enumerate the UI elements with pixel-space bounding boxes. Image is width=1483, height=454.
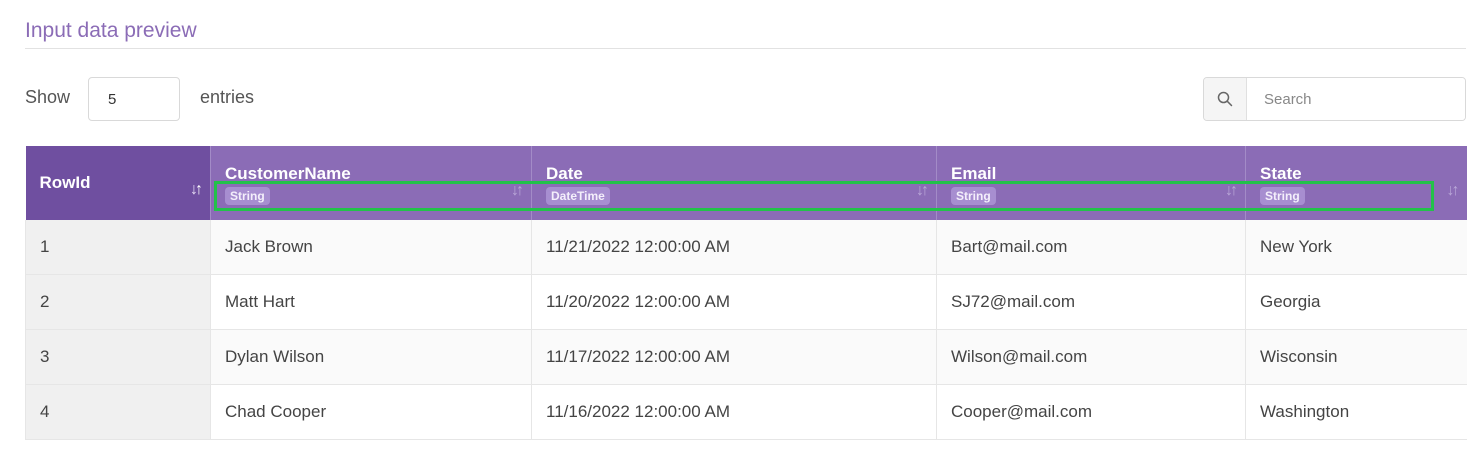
cell-email: SJ72@mail.com	[936, 274, 1246, 330]
column-type-badge: String	[225, 187, 270, 205]
cell-email: Cooper@mail.com	[936, 384, 1246, 440]
cell-state: Washington	[1245, 384, 1467, 440]
cell-customername: Dylan Wilson	[210, 329, 532, 385]
data-preview-table: RowId ↓↑ CustomerName String ↓↑ Date Dat…	[25, 146, 1467, 440]
sort-icon[interactable]: ↓↑	[1447, 182, 1460, 200]
sort-icon[interactable]: ↓↑	[1225, 182, 1238, 200]
column-header-email[interactable]: Email String ↓↑	[936, 146, 1246, 220]
column-header-state[interactable]: State String ↓↑	[1245, 146, 1467, 220]
section-title: Input data preview	[25, 19, 197, 42]
column-name: State	[1260, 164, 1302, 183]
cell-state: Wisconsin	[1245, 329, 1467, 385]
table-row: 3 Dylan Wilson 11/17/2022 12:00:00 AM Wi…	[25, 329, 1467, 385]
entries-label: entries	[200, 87, 255, 107]
column-header-customername[interactable]: CustomerName String ↓↑	[210, 146, 532, 220]
cell-customername: Jack Brown	[210, 220, 532, 275]
cell-email: Wilson@mail.com	[936, 329, 1246, 385]
table-row: 1 Jack Brown 11/21/2022 12:00:00 AM Bart…	[25, 220, 1467, 275]
search-icon	[1217, 91, 1233, 107]
sort-icon[interactable]: ↓↑	[916, 182, 929, 200]
column-type-badge: DateTime	[546, 187, 610, 205]
search-input[interactable]	[1247, 78, 1465, 120]
entries-count-input[interactable]	[88, 77, 180, 121]
cell-rowid: 4	[25, 384, 211, 440]
sort-icon[interactable]: ↓↑	[511, 182, 524, 200]
show-label: Show	[25, 87, 71, 107]
column-name: Email	[951, 164, 997, 183]
cell-customername: Matt Hart	[210, 274, 532, 330]
table-row: 2 Matt Hart 11/20/2022 12:00:00 AM SJ72@…	[25, 274, 1467, 330]
column-header-date[interactable]: Date DateTime ↓↑	[531, 146, 937, 220]
cell-email: Bart@mail.com	[936, 220, 1246, 275]
column-name: RowId	[39, 173, 91, 192]
column-name: CustomerName	[225, 164, 351, 183]
table-row: 4 Chad Cooper 11/16/2022 12:00:00 AM Coo…	[25, 384, 1467, 440]
cell-customername: Chad Cooper	[210, 384, 532, 440]
sort-ascending-icon[interactable]: ↓↑	[190, 181, 203, 199]
cell-rowid: 3	[25, 329, 211, 385]
cell-rowid: 1	[25, 220, 211, 275]
column-name: Date	[546, 164, 583, 183]
column-header-rowid[interactable]: RowId ↓↑	[25, 146, 211, 220]
cell-state: New York	[1245, 220, 1467, 275]
cell-rowid: 2	[25, 274, 211, 330]
cell-date: 11/17/2022 12:00:00 AM	[531, 329, 937, 385]
cell-date: 11/20/2022 12:00:00 AM	[531, 274, 937, 330]
search-box	[1203, 77, 1466, 121]
column-type-badge: String	[951, 187, 996, 205]
cell-date: 11/21/2022 12:00:00 AM	[531, 220, 937, 275]
cell-state: Georgia	[1245, 274, 1467, 330]
table-header-row: RowId ↓↑ CustomerName String ↓↑ Date Dat…	[25, 146, 1467, 220]
title-divider	[25, 48, 1466, 49]
cell-date: 11/16/2022 12:00:00 AM	[531, 384, 937, 440]
search-button[interactable]	[1204, 78, 1247, 120]
column-type-badge: String	[1260, 187, 1305, 205]
